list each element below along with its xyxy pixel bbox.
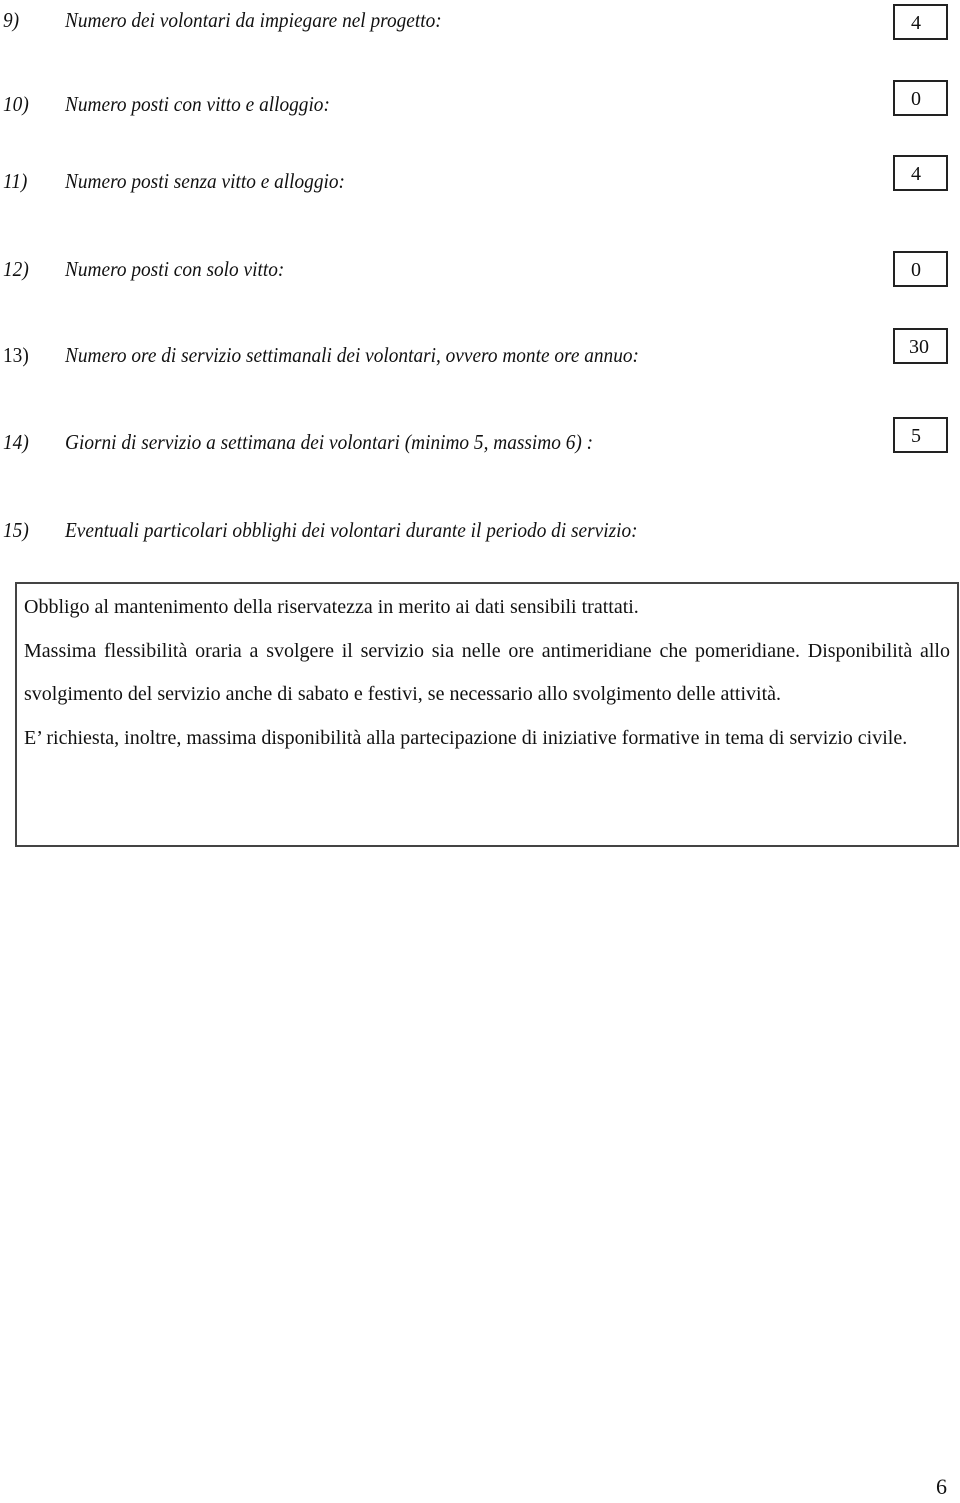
obligation-paragraph: Obbligo al mantenimento della riservatez… <box>24 596 639 618</box>
question-number: 13) <box>3 343 29 367</box>
question-label: Numero dei volontari da impiegare nel pr… <box>65 8 442 32</box>
obligation-paragraph: Massima flessibilità oraria a svolgere i… <box>24 639 950 706</box>
question-label: Numero posti senza vitto e alloggio: <box>65 169 345 193</box>
answer-box: 0 <box>893 251 948 287</box>
question-number: 10) <box>3 92 29 116</box>
question-label: Giorni di servizio a settimana dei volon… <box>65 430 594 454</box>
question-label: Eventuali particolari obblighi dei volon… <box>65 518 638 542</box>
question-14: 14) Giorni di servizio a settimana dei v… <box>0 417 960 462</box>
obligation-paragraph: E’ richiesta, inoltre, massima disponibi… <box>24 726 908 749</box>
question-label: Numero posti con vitto e alloggio: <box>65 92 330 116</box>
question-number: 15) <box>3 518 29 542</box>
question-number: 12) <box>3 257 29 281</box>
answer-box: 30 <box>893 328 948 364</box>
question-9: 9) Numero dei volontari da impiegare nel… <box>0 0 960 40</box>
question-number: 11) <box>3 169 28 193</box>
question-10: 10) Numero posti con vitto e alloggio: 0 <box>0 80 960 124</box>
question-label: Numero ore di servizio settimanali dei v… <box>65 343 639 367</box>
page-number: 6 <box>936 1474 947 1499</box>
answer-box: 0 <box>893 80 948 116</box>
obligations-box: Obbligo al mantenimento della riservatez… <box>15 582 959 847</box>
question-number: 14) <box>3 430 29 454</box>
question-13: 13) Numero ore di servizio settimanali d… <box>0 328 960 375</box>
answer-box: 4 <box>893 4 948 40</box>
question-12: 12) Numero posti con solo vitto: 0 <box>0 249 960 289</box>
answer-box: 4 <box>893 155 948 191</box>
question-label: Numero posti con solo vitto: <box>65 257 285 281</box>
question-number: 9) <box>3 8 20 32</box>
question-11: 11) Numero posti senza vitto e alloggio:… <box>0 155 960 201</box>
question-15: 15) Eventuali particolari obblighi dei v… <box>0 510 960 550</box>
answer-box: 5 <box>893 417 948 453</box>
